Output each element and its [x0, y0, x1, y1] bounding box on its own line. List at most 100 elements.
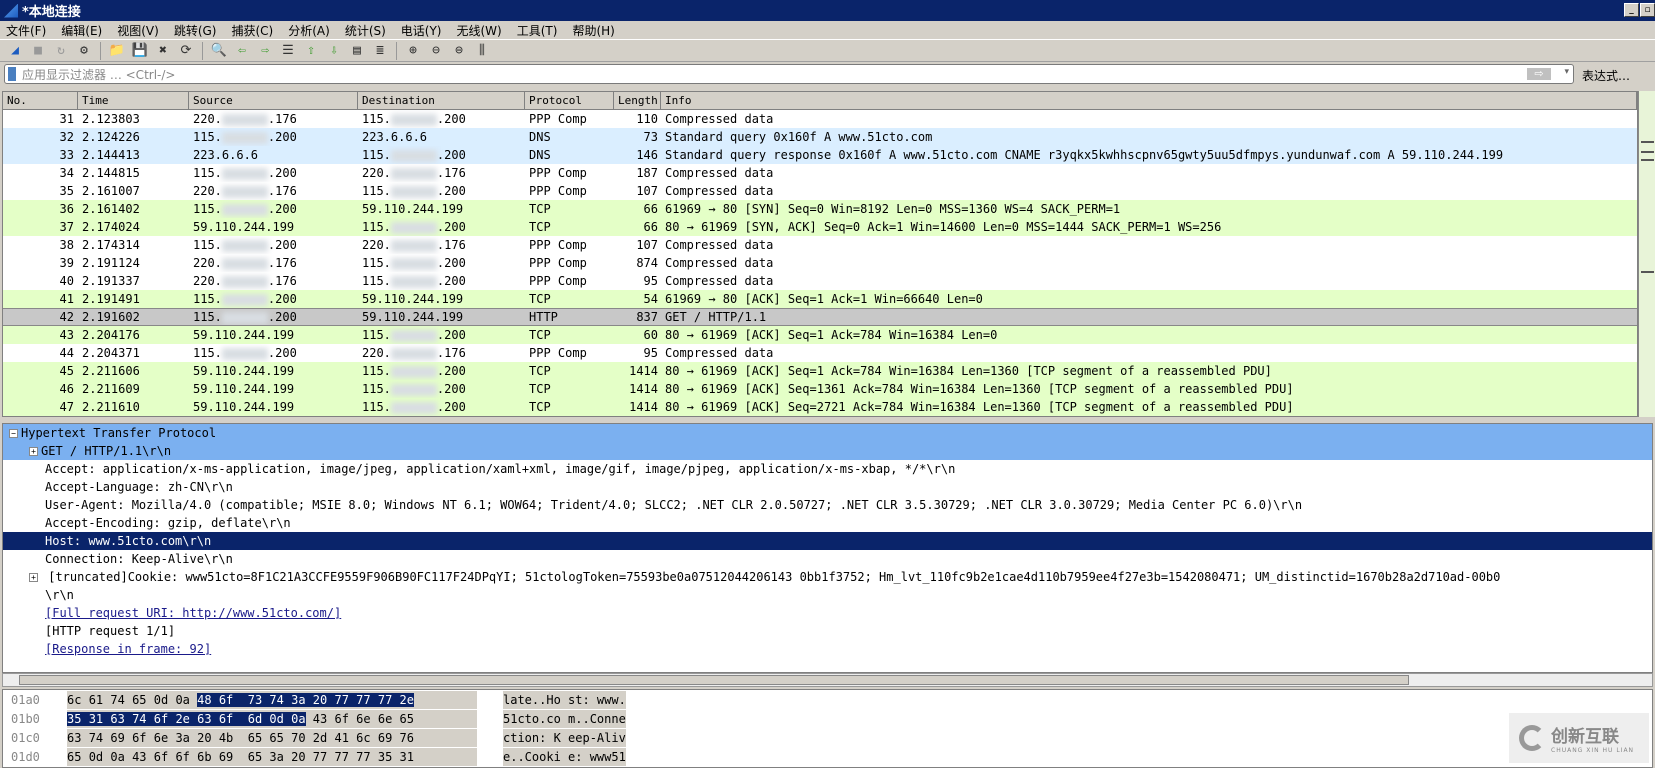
hex-ascii[interactable]: ction: K eep-Aliv	[503, 729, 626, 747]
close-file-icon[interactable]: ✖	[154, 42, 172, 60]
hex-byte[interactable]: 65	[248, 750, 262, 764]
column-header[interactable]: Length	[614, 92, 661, 109]
go-last-icon[interactable]: ⇩	[325, 42, 343, 60]
hex-bytes[interactable]: 6c 61 74 65 0d 0a 48 6f 73 74 3a 20 77 7…	[67, 691, 477, 709]
packet-row[interactable]: 36 2.161402 115. .200 59.110.244.199 TCP 66 619…	[3, 200, 1637, 218]
column-header[interactable]: Time	[78, 92, 189, 109]
hex-bytes[interactable]: 65 0d 0a 43 6f 6f 6b 69 65 3a 20 77 77 7…	[67, 748, 477, 766]
go-first-icon[interactable]: ⇧	[302, 42, 320, 60]
packet-row[interactable]: 43 2.204176 59.110.244.199 115. .200 TCP 60 80 …	[3, 326, 1637, 344]
packet-row[interactable]: 31 2.123803 220. .176 115. .200 PPP Comp 110 Com…	[3, 110, 1637, 128]
hex-byte[interactable]: 6f	[218, 693, 234, 707]
hex-byte[interactable]: 77	[334, 750, 348, 764]
menu-item[interactable]: 编辑(E)	[55, 22, 111, 39]
menu-item[interactable]: 无线(W)	[451, 22, 511, 39]
menu-item[interactable]: 文件(F)	[0, 22, 55, 39]
hex-row[interactable]: 01d0 65 0d 0a 43 6f 6f 6b 69 65 3a 20 77 …	[3, 748, 1652, 766]
packet-row[interactable]: 38 2.174314 115. .200 220. .176 PPP Comp 107 Com…	[3, 236, 1637, 254]
packet-row[interactable]: 37 2.174024 59.110.244.199 115. .200 TCP 66 80 …	[3, 218, 1637, 236]
packet-row[interactable]: 33 2.144413 223.6.6.6 115. .200 DNS 146 Standar…	[3, 146, 1637, 164]
menu-item[interactable]: 帮助(H)	[566, 22, 623, 39]
hex-byte[interactable]: 74	[110, 693, 124, 707]
menu-item[interactable]: 跳转(G)	[168, 22, 226, 39]
column-header[interactable]: No.	[3, 92, 78, 109]
packet-row[interactable]: 44 2.204371 115. .200 220. .176 PPP Comp 95 Comp…	[3, 344, 1637, 362]
detail-tree-item[interactable]: \r\n	[3, 586, 1652, 604]
detail-tree-item[interactable]: Host: www.51cto.com\r\n	[3, 532, 1652, 550]
reload-file-icon[interactable]: ⟳	[177, 42, 195, 60]
expand-icon[interactable]: +	[29, 573, 38, 582]
detail-tree-item[interactable]: + [truncated]Cookie: www51cto=8F1C21A3CC…	[3, 568, 1652, 586]
column-header[interactable]: Destination	[358, 92, 525, 109]
packet-row[interactable]: 47 2.211610 59.110.244.199 115. .200 TCP 1414 8…	[3, 398, 1637, 416]
collapse-icon[interactable]: −	[9, 429, 18, 438]
zoom-out-icon[interactable]: ⊖	[427, 42, 445, 60]
hex-byte[interactable]: 65	[400, 712, 414, 726]
hex-byte[interactable]: 43	[313, 712, 327, 726]
packet-row[interactable]: 46 2.211609 59.110.244.199 115. .200 TCP 1414 8…	[3, 380, 1637, 398]
hex-byte[interactable]: 35	[67, 712, 82, 726]
hex-byte[interactable]: 74	[89, 731, 103, 745]
hex-byte[interactable]: 31	[88, 712, 104, 726]
hex-byte[interactable]: 20	[312, 693, 328, 707]
hex-bytes[interactable]: 35 31 63 74 6f 2e 63 6f 6d 0d 0a 43 6f 6…	[67, 710, 477, 728]
hex-byte[interactable]: 77	[313, 750, 327, 764]
packet-list-scrollbar-minimap[interactable]	[1638, 91, 1655, 417]
hex-byte[interactable]: 6f	[175, 750, 189, 764]
zoom-normal-icon[interactable]: ⊜	[450, 42, 468, 60]
detail-tree-item[interactable]: + GET / HTTP/1.1\r\n	[3, 442, 1652, 460]
hex-byte[interactable]: 3a	[175, 731, 189, 745]
hex-byte[interactable]: 63	[110, 712, 125, 726]
column-header[interactable]: Source	[189, 92, 358, 109]
go-to-packet-icon[interactable]: ☰	[279, 42, 297, 60]
menu-item[interactable]: 工具(T)	[511, 22, 567, 39]
hex-byte[interactable]: 65	[132, 693, 146, 707]
open-file-icon[interactable]: 📁	[108, 42, 126, 60]
menu-item[interactable]: 统计(S)	[339, 22, 395, 39]
hex-byte[interactable]: 31	[400, 750, 414, 764]
detail-tree-item[interactable]: [HTTP request 1/1]	[3, 622, 1652, 640]
stop-capture-icon[interactable]: ■	[29, 42, 47, 60]
hex-byte[interactable]: 2e	[175, 712, 190, 726]
menu-item[interactable]: 分析(A)	[282, 22, 339, 39]
hex-byte[interactable]: 63	[197, 712, 212, 726]
go-forward-icon[interactable]: ⇨	[256, 42, 274, 60]
hex-byte[interactable]: 0a	[175, 693, 189, 707]
hex-byte[interactable]: 6f	[154, 750, 168, 764]
hex-byte[interactable]: 77	[356, 750, 370, 764]
find-packet-icon[interactable]: 🔍	[210, 42, 228, 60]
hex-byte[interactable]: 73	[247, 693, 263, 707]
hex-byte[interactable]: 20	[197, 731, 211, 745]
hex-byte[interactable]: 77	[377, 693, 393, 707]
hex-byte[interactable]: 77	[334, 693, 349, 707]
expand-icon[interactable]: +	[29, 447, 38, 456]
save-file-icon[interactable]: 💾	[131, 42, 149, 60]
hex-byte[interactable]: 6f	[153, 712, 169, 726]
hex-byte[interactable]: 2d	[313, 731, 327, 745]
hex-byte[interactable]: 74	[269, 693, 284, 707]
hex-row[interactable]: 01a0 6c 61 74 65 0d 0a 48 6f 73 74 3a 20 …	[3, 691, 1652, 709]
hex-byte[interactable]: 43	[132, 750, 146, 764]
hex-byte[interactable]: 65	[67, 750, 81, 764]
hex-byte[interactable]: 0d	[269, 712, 284, 726]
hex-byte[interactable]: 0a	[110, 750, 124, 764]
hex-byte[interactable]: 0d	[89, 750, 103, 764]
packet-row[interactable]: 45 2.211606 59.110.244.199 115. .200 TCP 1414 8…	[3, 362, 1637, 380]
menu-item[interactable]: 电话(Y)	[395, 22, 451, 39]
details-horizontal-scrollbar[interactable]	[2, 673, 1653, 687]
hex-byte[interactable]: 6b	[197, 750, 211, 764]
zoom-in-icon[interactable]: ⊕	[404, 42, 422, 60]
hex-ascii[interactable]: e..Cooki e: www51	[503, 748, 626, 766]
expression-button[interactable]: 表达式…	[1582, 67, 1630, 84]
detail-tree-item[interactable]: Accept: application/x-ms-application, im…	[3, 460, 1652, 478]
packet-row[interactable]: 32 2.124226 115. .200 223.6.6.6 DNS 73 Standard…	[3, 128, 1637, 146]
hex-byte[interactable]: 6e	[356, 712, 370, 726]
menu-item[interactable]: 视图(V)	[111, 22, 168, 39]
hex-byte[interactable]: 6f	[218, 712, 234, 726]
detail-tree-item[interactable]: User-Agent: Mozilla/4.0 (compatible; MSI…	[3, 496, 1652, 514]
hex-row[interactable]: 01b0 35 31 63 74 6f 2e 63 6f 6d 0d 0a 43 …	[3, 710, 1652, 728]
hex-row[interactable]: 01c0 63 74 69 6f 6e 3a 20 4b 65 65 70 2d …	[3, 729, 1652, 747]
scrollbar-thumb[interactable]	[19, 675, 1409, 685]
packet-row[interactable]: 42 2.191602 115. .200 59.110.244.199 HTTP 837 G…	[3, 308, 1637, 326]
display-filter-input[interactable]: 应用显示过滤器 … <Ctrl-/> ⇨ ▾	[4, 64, 1574, 84]
